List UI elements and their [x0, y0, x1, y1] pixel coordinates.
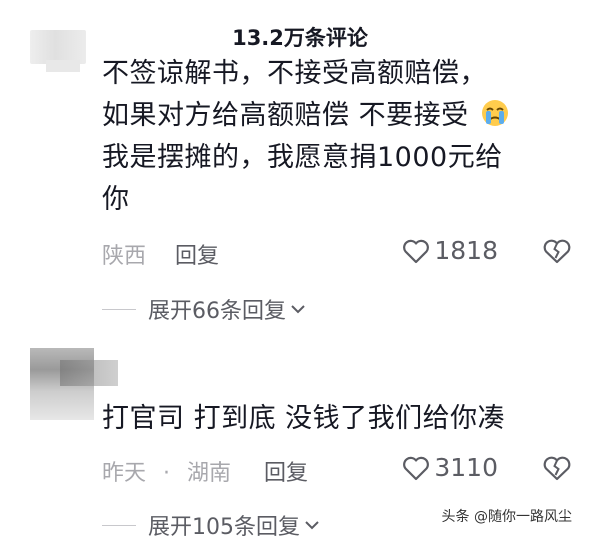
comment-line: 不签谅解书，不接受高额赔偿，: [102, 58, 487, 89]
comments-count-title: 13.2万条评论: [232, 26, 368, 50]
like-count: 3110: [434, 453, 498, 482]
watermark: 头条 @随你一路风尘: [437, 504, 576, 528]
like-count: 1818: [434, 236, 498, 265]
broken-heart-icon: [543, 456, 571, 481]
comment-line: 如果对方给高额赔偿 不要接受: [102, 95, 572, 137]
time-label: 昨天: [102, 461, 147, 486]
comment-text: 打官司 打到底 没钱了我们给你凑: [102, 398, 572, 440]
avatar[interactable]: [30, 30, 86, 64]
dislike-button[interactable]: [542, 238, 572, 268]
expand-replies-button[interactable]: 展开105条回复: [102, 509, 320, 541]
expand-replies-label: 展开105条回复: [148, 515, 300, 540]
avatar-blur-strip: [60, 360, 118, 386]
heart-icon: [403, 239, 430, 263]
location-label: 陕西: [102, 244, 147, 269]
comment-line: 我是摆摊的，我愿意捐1000元给: [102, 142, 503, 173]
reply-button[interactable]: 回复: [175, 244, 219, 269]
heart-icon: [403, 456, 430, 480]
crying-face-icon: [478, 98, 512, 128]
like-button[interactable]: 3110: [402, 453, 498, 482]
dislike-button[interactable]: [542, 455, 572, 485]
comment-text: 不签谅解书，不接受高额赔偿， 如果对方给高额赔偿 不要接受 我是摆摊的，我愿意捐…: [102, 53, 572, 221]
broken-heart-icon: [543, 239, 571, 264]
chevron-down-icon: [291, 305, 305, 314]
chevron-down-icon: [305, 521, 319, 530]
location-label: 湖南: [187, 461, 232, 486]
meta-separator: ·: [163, 461, 171, 486]
expand-replies-button[interactable]: 展开66条回复: [102, 293, 306, 325]
comment-meta: 昨天 · 湖南 回复: [102, 455, 308, 487]
reply-button[interactable]: 回复: [264, 461, 308, 486]
like-button[interactable]: 1818: [402, 236, 498, 265]
avatar-blur-strip: [46, 60, 80, 72]
comment-meta: 陕西 回复: [102, 238, 219, 270]
divider: [102, 524, 136, 526]
comment-line: 打官司 打到底 没钱了我们给你凑: [102, 403, 506, 434]
expand-replies-label: 展开66条回复: [148, 299, 286, 324]
comment-line: 你: [102, 184, 130, 215]
divider: [102, 308, 136, 310]
